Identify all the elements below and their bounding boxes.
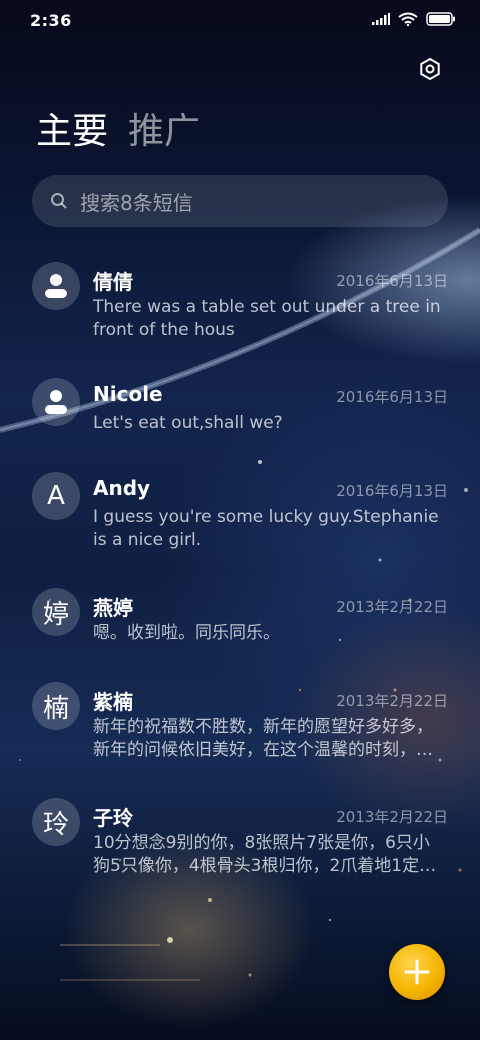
person-icon xyxy=(45,390,67,414)
battery-icon xyxy=(426,12,455,26)
message-date: 2016年6月13日 xyxy=(336,272,448,290)
conversation-item[interactable]: Nicole 2016年6月13日 Let's eat out,shall we… xyxy=(0,372,480,462)
message-date: 2013年2月22日 xyxy=(336,598,448,616)
search-bar[interactable]: 搜索8条短信 xyxy=(32,175,448,227)
status-bar: 2:36 xyxy=(0,0,480,40)
conversation-item[interactable]: A Andy 2016年6月13日 I guess you're some lu… xyxy=(0,466,480,570)
avatar xyxy=(32,262,80,310)
message-preview: 10分想念9别的你，8张照片7张是你，6只小狗5只像你，4根骨头3根归你，2爪着… xyxy=(93,833,437,876)
tab-bar: 主要 推广 xyxy=(36,108,200,156)
status-icons xyxy=(372,12,456,26)
contact-name: Nicole xyxy=(93,382,163,406)
search-icon xyxy=(51,193,67,209)
status-time: 2:36 xyxy=(30,11,72,30)
wifi-icon xyxy=(398,12,418,26)
contact-name: 紫楠 xyxy=(93,690,133,714)
avatar-initial: 楠 xyxy=(42,693,69,724)
contact-name: 燕婷 xyxy=(93,596,133,620)
contact-name: Andy xyxy=(93,476,151,500)
avatar-initial: 玲 xyxy=(42,809,69,840)
conversation-item[interactable]: 倩倩 2016年6月13日 There was a table set out … xyxy=(0,256,480,360)
message-preview: 新年的祝福数不胜数，新年的愿望好多好多，新年的问候依旧美好，在这个温馨的时刻，… xyxy=(93,717,433,760)
person-icon xyxy=(45,274,67,298)
message-date: 2016年6月13日 xyxy=(336,482,448,500)
tab-promotions[interactable]: 推广 xyxy=(128,108,200,156)
message-preview: Let's eat out,shall we? xyxy=(93,413,283,433)
tab-main[interactable]: 主要 xyxy=(36,108,108,156)
signal-icon xyxy=(372,13,390,25)
message-preview: 嗯。收到啦。同乐同乐。 xyxy=(93,623,280,643)
settings-button[interactable] xyxy=(414,53,446,85)
conversation-item[interactable]: 婷 燕婷 2013年2月22日 嗯。收到啦。同乐同乐。 xyxy=(0,582,480,672)
message-date: 2013年2月22日 xyxy=(336,808,448,826)
settings-icon xyxy=(420,57,440,81)
contact-name: 子玲 xyxy=(93,806,133,830)
conversation-item[interactable]: 玲 子玲 2013年2月22日 10分想念9别的你，8张照片7张是你，6只小狗5… xyxy=(0,792,480,896)
conversation-item[interactable]: 楠 紫楠 2013年2月22日 新年的祝福数不胜数，新年的愿望好多好多，新年的问… xyxy=(0,676,480,780)
message-date: 2013年2月22日 xyxy=(336,692,448,710)
avatar: 婷 xyxy=(32,588,80,636)
avatar: 楠 xyxy=(32,682,80,730)
message-preview: There was a table set out under a tree i… xyxy=(93,297,441,340)
search-placeholder: 搜索8条短信 xyxy=(80,190,193,215)
contact-name: 倩倩 xyxy=(93,270,133,294)
avatar: 玲 xyxy=(32,798,80,846)
new-message-button[interactable] xyxy=(389,944,445,1000)
avatar-initial: A xyxy=(47,481,65,511)
message-preview: I guess you're some lucky guy.Stephanie … xyxy=(93,507,439,550)
avatar-initial: 婷 xyxy=(42,599,69,630)
message-date: 2016年6月13日 xyxy=(336,388,448,406)
avatar xyxy=(32,378,80,426)
avatar: A xyxy=(32,472,80,520)
plus-icon xyxy=(404,959,430,985)
